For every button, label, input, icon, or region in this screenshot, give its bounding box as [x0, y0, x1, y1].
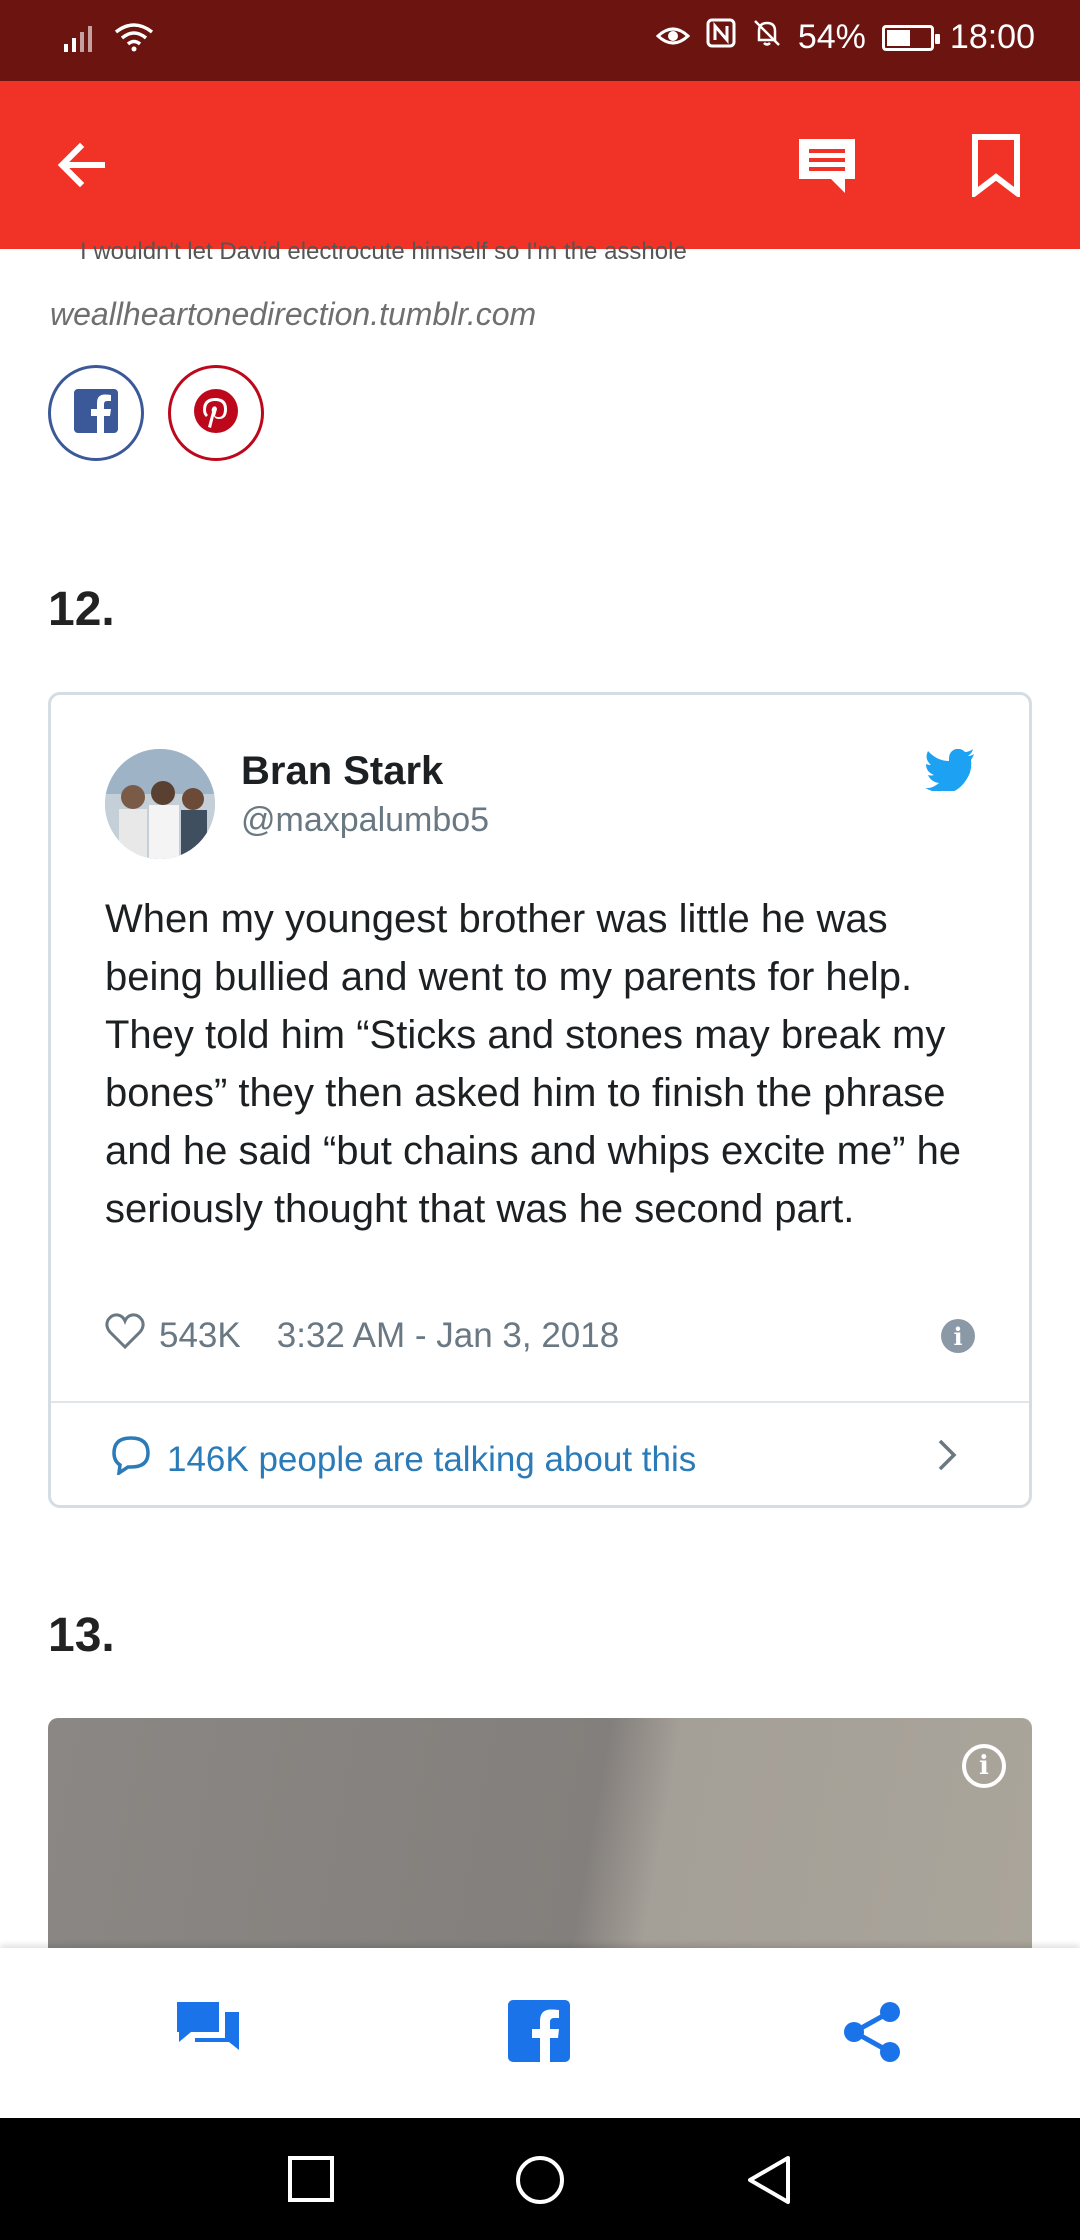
facebook-icon [508, 2000, 570, 2066]
tweet-talking-label: 146K people are talking about this [167, 1439, 697, 1479]
source-link[interactable]: weallheartonedirection.tumblr.com [50, 296, 536, 333]
pinterest-icon [193, 388, 239, 439]
tweet-meta: 543K 3:32 AM - Jan 3, 2018 [105, 1313, 619, 1358]
item-13-image[interactable]: i [48, 1718, 1032, 1948]
status-left-icons [64, 22, 154, 57]
tweet-card[interactable]: Bran Stark @maxpalumbo5 When my youngest… [48, 692, 1032, 1508]
tweet-likes-count[interactable]: 543K [159, 1316, 241, 1356]
bookmark-icon[interactable] [970, 133, 1022, 202]
heart-icon[interactable] [105, 1313, 145, 1358]
chat-bubble-icon [111, 1435, 151, 1484]
clock: 18:00 [949, 18, 1035, 56]
status-right: 54% 18:00 [655, 18, 1035, 57]
tweet-divider [51, 1401, 1029, 1403]
wifi-icon [114, 22, 154, 57]
app-toolbar [0, 81, 1080, 249]
signal-icon [64, 22, 100, 57]
avatar[interactable] [105, 749, 215, 859]
item-number-13: 13. [48, 1609, 115, 1662]
pinterest-share-button[interactable] [168, 365, 264, 461]
share-icon [842, 2002, 904, 2068]
share-button[interactable] [842, 2000, 904, 2069]
facebook-icon [74, 388, 118, 438]
status-bar: 54% 18:00 [0, 0, 1080, 81]
battery-icon [881, 24, 940, 51]
back-icon[interactable] [744, 2154, 794, 2211]
facebook-share-button[interactable] [48, 365, 144, 461]
system-nav-bar [0, 2118, 1080, 2240]
comments-icon [175, 2002, 241, 2066]
mute-icon [752, 18, 782, 57]
back-arrow-icon[interactable] [52, 135, 112, 200]
comments-icon[interactable] [795, 133, 859, 202]
battery-fill [886, 29, 910, 46]
info-icon[interactable]: i [941, 1319, 975, 1353]
home-icon[interactable] [514, 2154, 566, 2211]
twitter-bird-icon[interactable] [925, 748, 975, 796]
bottom-action-bar [0, 1948, 1080, 2118]
facebook-button[interactable] [508, 2000, 570, 2067]
clipped-caption: I wouldn't let David electrocute himself… [80, 238, 687, 265]
tweet-timestamp[interactable]: 3:32 AM - Jan 3, 2018 [277, 1316, 619, 1356]
comments-button[interactable] [175, 2000, 241, 2067]
image-info-icon[interactable]: i [962, 1744, 1006, 1788]
nfc-icon [706, 18, 736, 57]
recent-apps-icon[interactable] [286, 2154, 336, 2209]
tweet-text: When my youngest brother was little he w… [105, 897, 962, 1231]
tweet-author-name[interactable]: Bran Stark [241, 749, 443, 794]
chevron-right-icon[interactable] [935, 1435, 959, 1480]
tweet-author-handle[interactable]: @maxpalumbo5 [241, 801, 489, 840]
eye-icon [655, 18, 691, 57]
item-number-12: 12. [48, 583, 115, 636]
battery-percent: 54% [797, 18, 866, 56]
tweet-conversation-link[interactable]: 146K people are talking about this [111, 1435, 696, 1484]
